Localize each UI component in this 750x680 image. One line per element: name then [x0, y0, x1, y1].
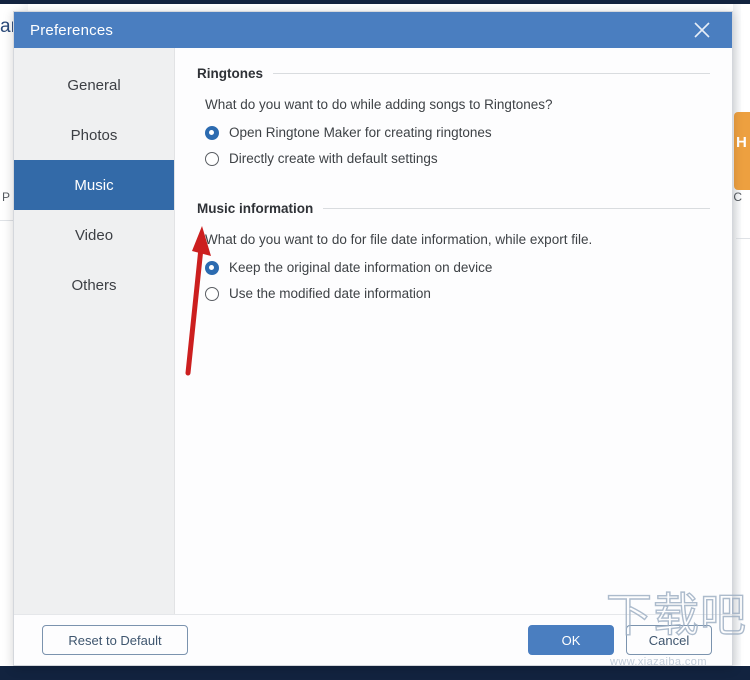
radio-use-modified-date[interactable]: Use the modified date information	[205, 286, 710, 301]
radio-directly-create-default[interactable]: Directly create with default settings	[205, 151, 710, 166]
preferences-dialog: Preferences General Photos Music Video O…	[13, 11, 733, 666]
radio-indicator[interactable]	[205, 125, 219, 140]
radio-open-ringtone-maker[interactable]: Open Ringtone Maker for creating rington…	[205, 125, 710, 140]
section-header: Music information	[197, 201, 710, 216]
reset-to-default-button[interactable]: Reset to Default	[42, 625, 188, 655]
sidebar-item-label: General	[67, 76, 121, 94]
sidebar-item-photos[interactable]: Photos	[14, 110, 174, 160]
section-rule	[323, 208, 710, 209]
radio-indicator[interactable]	[205, 260, 219, 275]
sidebar-item-label: Others	[71, 276, 117, 294]
background-orange-card-glyph: H	[736, 134, 747, 151]
background-top-bar	[0, 0, 750, 4]
section-rule	[273, 73, 710, 74]
section-question: What do you want to do for file date inf…	[205, 232, 593, 247]
radio-keep-original-date[interactable]: Keep the original date information on de…	[205, 260, 710, 275]
close-button[interactable]	[680, 12, 724, 48]
settings-content: Ringtones What do you want to do while a…	[175, 48, 732, 614]
sidebar-item-others[interactable]: Others	[14, 260, 174, 310]
section-header: Ringtones	[197, 66, 710, 81]
section-ringtones: Ringtones What do you want to do while a…	[197, 66, 710, 166]
close-icon	[694, 22, 710, 38]
section-title: Ringtones	[197, 66, 263, 81]
radio-label: Directly create with default settings	[229, 151, 438, 166]
dialog-footer: Reset to Default OK Cancel	[14, 614, 732, 665]
radio-indicator[interactable]	[205, 151, 219, 166]
sidebar-item-label: Photos	[70, 126, 118, 144]
dialog-title: Preferences	[30, 21, 114, 39]
background-bottom-bar	[0, 666, 750, 680]
radio-label: Use the modified date information	[229, 286, 431, 301]
cancel-button[interactable]: Cancel	[626, 625, 712, 655]
dialog-titlebar: Preferences	[14, 12, 732, 48]
sidebar-item-music[interactable]: Music	[14, 160, 174, 210]
radio-indicator[interactable]	[205, 286, 219, 301]
background-divider-left	[0, 220, 14, 221]
radio-label: Open Ringtone Maker for creating rington…	[229, 125, 492, 140]
radio-label: Keep the original date information on de…	[229, 260, 493, 275]
sidebar-item-general[interactable]: General	[14, 60, 174, 110]
sidebar-item-video[interactable]: Video	[14, 210, 174, 260]
background-left-label: P	[2, 190, 11, 204]
section-title: Music information	[197, 201, 314, 216]
background-right-rail	[733, 4, 741, 666]
background-orange-card: H	[734, 112, 750, 190]
sidebar-item-label: Video	[74, 226, 114, 244]
dialog-sidebar: General Photos Music Video Others	[14, 48, 175, 614]
background-divider-right-lower	[736, 238, 750, 239]
section-music-information: Music information What do you want to do…	[197, 201, 710, 301]
ok-button[interactable]: OK	[528, 625, 614, 655]
sidebar-item-label: Music	[74, 176, 114, 194]
section-question: What do you want to do while adding song…	[205, 97, 553, 112]
dialog-body: General Photos Music Video Others Ringto…	[14, 48, 732, 614]
